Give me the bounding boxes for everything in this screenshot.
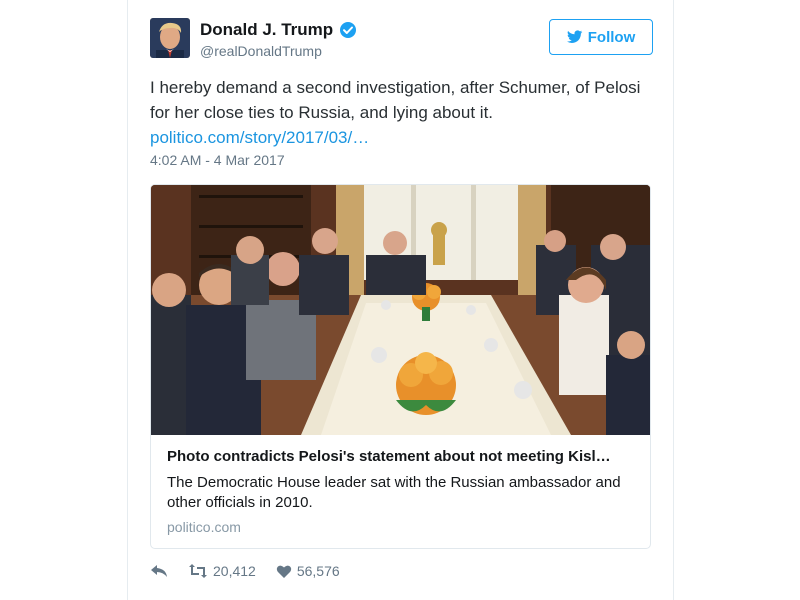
tweet-text: I hereby demand a second investigation, … bbox=[150, 78, 641, 122]
tweet-actions: 20,412 56,576 bbox=[150, 563, 360, 579]
author-name[interactable]: Donald J. Trump bbox=[200, 20, 333, 40]
card-domain: politico.com bbox=[167, 519, 241, 535]
tweet-timestamp[interactable]: 4:02 AM - 4 Mar 2017 bbox=[150, 152, 285, 168]
heart-icon bbox=[276, 564, 292, 579]
follow-button-label: Follow bbox=[587, 28, 636, 46]
card-title[interactable]: Photo contradicts Pelosi's statement abo… bbox=[167, 447, 637, 467]
retweet-icon bbox=[188, 563, 208, 579]
retweet-button[interactable]: 20,412 bbox=[188, 563, 256, 579]
follow-button[interactable]: Follow bbox=[549, 19, 653, 55]
author-name-row: Donald J. Trump bbox=[200, 20, 357, 40]
card-description: The Democratic House leader sat with the… bbox=[167, 474, 621, 511]
reply-icon bbox=[150, 563, 168, 579]
like-count: 56,576 bbox=[296, 563, 340, 579]
profile-avatar[interactable] bbox=[150, 18, 190, 58]
link-preview-card[interactable]: Photo contradicts Pelosi's statement abo… bbox=[150, 184, 651, 549]
tweet-link[interactable]: politico.com/story/2017/03/… bbox=[150, 125, 650, 150]
verified-badge-icon bbox=[339, 21, 357, 39]
card-photo bbox=[151, 185, 650, 435]
retweet-count: 20,412 bbox=[213, 563, 256, 579]
reply-button[interactable] bbox=[150, 563, 168, 579]
card-body: Photo contradicts Pelosi's statement abo… bbox=[167, 447, 637, 535]
author-handle[interactable]: @realDonaldTrump bbox=[200, 43, 322, 59]
twitter-bird-icon bbox=[566, 30, 583, 44]
like-button[interactable]: 56,576 bbox=[276, 563, 340, 579]
tweet-body: I hereby demand a second investigation, … bbox=[150, 75, 650, 150]
tweet-card: Donald J. Trump @realDonaldTrump Follow … bbox=[127, 0, 674, 600]
